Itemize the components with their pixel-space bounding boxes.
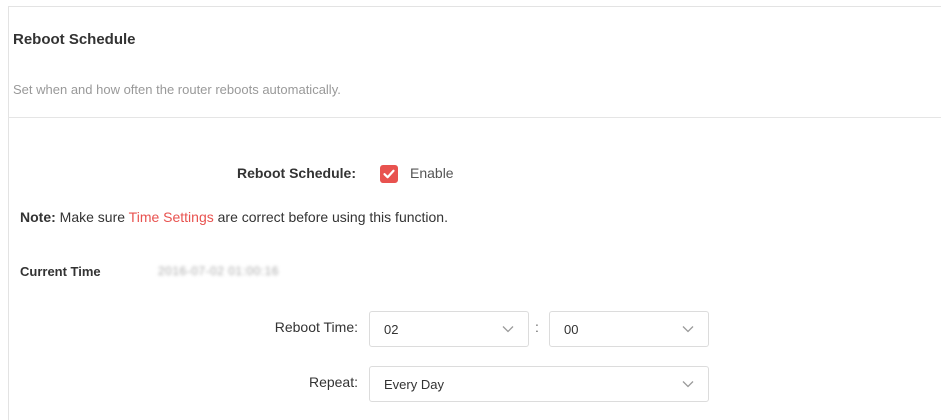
note-prefix: Note: xyxy=(20,209,56,225)
repeat-value: Every Day xyxy=(384,377,444,392)
time-separator: : xyxy=(535,319,539,335)
note-text-after: are correct before using this function. xyxy=(213,209,448,225)
reboot-schedule-label: Reboot Schedule: xyxy=(236,165,356,181)
chevron-down-icon xyxy=(682,381,694,388)
time-settings-link[interactable]: Time Settings xyxy=(129,209,214,225)
checkmark-icon xyxy=(383,169,395,179)
section-divider xyxy=(8,117,941,118)
reboot-hour-select[interactable]: 02 xyxy=(369,311,529,347)
note-text-before: Make sure xyxy=(55,209,129,225)
section-description: Set when and how often the router reboot… xyxy=(13,82,341,97)
current-time-value: 2016-07-02 01:00:16 xyxy=(158,264,279,278)
current-time-label: Current Time xyxy=(20,264,101,279)
section-title: Reboot Schedule xyxy=(13,31,136,48)
repeat-label: Repeat: xyxy=(308,374,358,390)
note-text: Note: Make sure Time Settings are correc… xyxy=(20,209,448,225)
reboot-minute-value: 00 xyxy=(564,322,579,337)
reboot-minute-select[interactable]: 00 xyxy=(549,311,709,347)
enable-label[interactable]: Enable xyxy=(410,165,454,181)
reboot-hour-value: 02 xyxy=(384,322,399,337)
chevron-down-icon xyxy=(502,326,514,333)
enable-checkbox[interactable] xyxy=(380,165,398,183)
chevron-down-icon xyxy=(682,326,694,333)
reboot-time-label: Reboot Time: xyxy=(274,319,358,335)
repeat-select[interactable]: Every Day xyxy=(369,366,709,402)
